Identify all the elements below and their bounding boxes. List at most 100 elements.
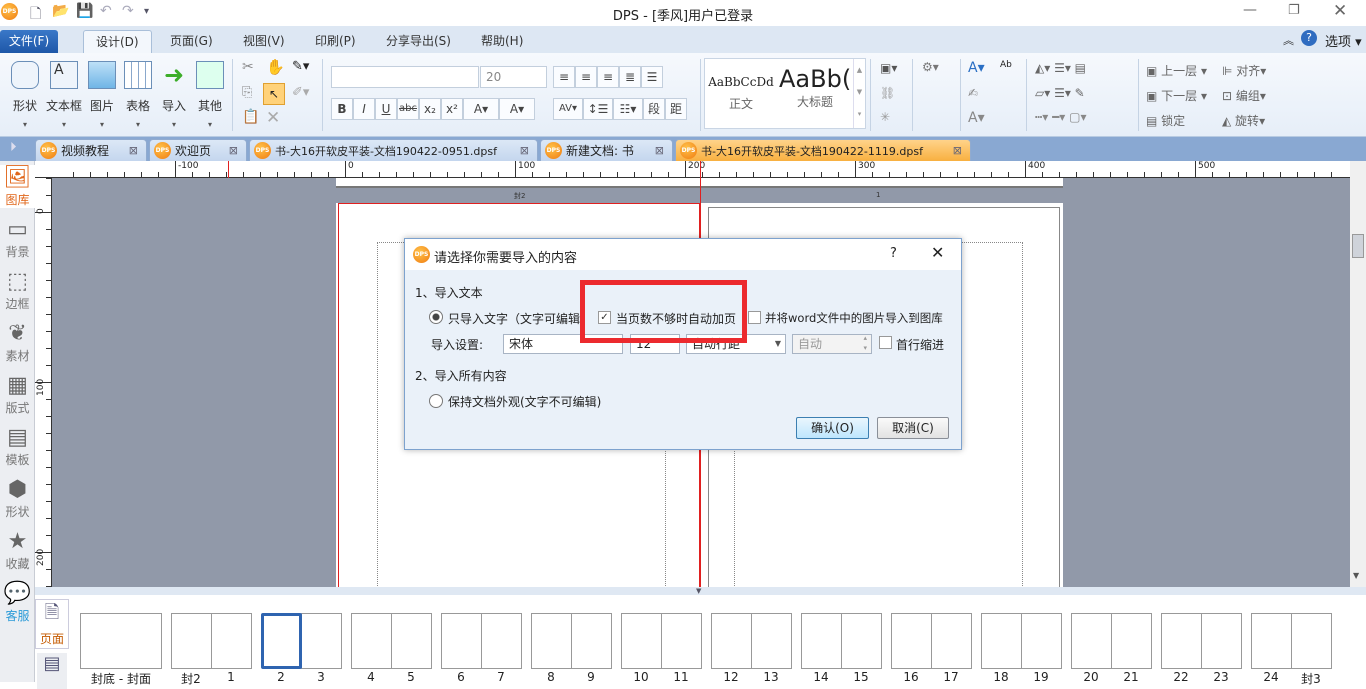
rotate-button[interactable]: ◭ 旋转▾ bbox=[1222, 112, 1265, 129]
options-menu[interactable]: 选项 ▾ bbox=[1325, 31, 1362, 50]
help-icon[interactable]: ? bbox=[1301, 30, 1317, 46]
page-thumbnail[interactable] bbox=[571, 613, 612, 669]
align-center-icon[interactable]: ≡ bbox=[575, 66, 597, 88]
page-thumbnail[interactable] bbox=[301, 613, 342, 669]
style-scroll[interactable]: ▲ ▼ ▾ bbox=[853, 59, 865, 128]
page-thumbnail[interactable] bbox=[1201, 613, 1242, 669]
outline-tab-icon[interactable]: ▤ bbox=[37, 653, 67, 689]
paste-icon[interactable]: 📋 bbox=[242, 109, 259, 125]
tab-file[interactable]: 文件(F) bbox=[0, 30, 58, 53]
node-edit-icon[interactable]: ✐▾ bbox=[292, 85, 309, 100]
line-color-icon[interactable]: ▱▾ ☰▾ ✎ bbox=[1035, 86, 1085, 100]
help-button[interactable]: ? bbox=[890, 246, 897, 261]
pages-tab[interactable]: 🗎 页面 bbox=[35, 599, 69, 649]
doc-tab-active[interactable]: DPS 书-大16开软皮平装-文档190422-1119.dpsf ⊠ bbox=[675, 139, 971, 161]
paragraph-icon[interactable]: 段 bbox=[643, 98, 665, 120]
send-backward-button[interactable]: ▣ 下一层 ▾ bbox=[1146, 87, 1207, 104]
align-left-icon[interactable]: ≡ bbox=[553, 66, 575, 88]
import-images-checkbox[interactable] bbox=[748, 311, 761, 324]
style-normal[interactable]: AaBbCcDd 正文 bbox=[708, 75, 774, 112]
other-button[interactable]: 其他 ▾ bbox=[192, 59, 228, 129]
italic-icon[interactable]: I bbox=[353, 98, 375, 120]
tab-view[interactable]: 视图(V) bbox=[231, 30, 297, 53]
panel-toggle-icon[interactable]: ⏵ bbox=[10, 140, 17, 155]
cancel-button[interactable]: 取消(C) bbox=[877, 417, 949, 439]
doc-tab[interactable]: DPS 书-大16开软皮平装-文档190422-0951.dpsf ⊠ bbox=[249, 139, 538, 161]
strip-collapse-icon[interactable]: ▼ bbox=[696, 587, 701, 595]
text-direction-icon[interactable]: Ab bbox=[1000, 60, 1012, 70]
sidebar-item-gallery[interactable]: 🖼 图库 bbox=[0, 165, 35, 208]
radio-keep-layout[interactable] bbox=[429, 394, 443, 408]
fill-color-icon[interactable]: ◭▾ ☰▾ ▤ bbox=[1035, 61, 1086, 75]
spacing-spinner[interactable]: 自动 ▴ ▾ bbox=[792, 334, 872, 354]
page-thumbnail[interactable] bbox=[1071, 613, 1112, 669]
doc-tab[interactable]: DPS 视频教程 ⊠ bbox=[35, 139, 147, 161]
collapse-ribbon-icon[interactable]: ︽ bbox=[1283, 32, 1294, 48]
page-thumbnail[interactable] bbox=[441, 613, 482, 669]
strikethrough-icon[interactable]: abc bbox=[397, 98, 419, 120]
hand-icon[interactable]: ✋ bbox=[266, 58, 285, 76]
image-button[interactable]: 图片 ▾ bbox=[84, 59, 120, 129]
style-heading[interactable]: AaBb(大标题 bbox=[779, 65, 851, 110]
font-name-select[interactable] bbox=[331, 66, 479, 88]
page-thumbnail[interactable] bbox=[711, 613, 752, 669]
page-thumbnail[interactable] bbox=[531, 613, 572, 669]
cut-icon[interactable]: ✂ bbox=[242, 59, 254, 75]
close-tab-icon[interactable]: ⊠ bbox=[229, 144, 238, 157]
superscript-icon[interactable]: x² bbox=[441, 98, 463, 120]
page-thumbnail[interactable] bbox=[481, 613, 522, 669]
text-shadow-icon[interactable]: A▾ bbox=[968, 110, 985, 126]
distribute-icon[interactable]: ☰ bbox=[641, 66, 663, 88]
radio-text-only[interactable] bbox=[429, 310, 443, 324]
font-color-icon[interactable]: A▾ bbox=[463, 98, 499, 120]
minimize-icon[interactable]: — bbox=[1243, 2, 1257, 18]
unlink-icon[interactable]: ✳ bbox=[880, 110, 890, 124]
page-thumbnail[interactable] bbox=[391, 613, 432, 669]
text-art-icon[interactable]: ✍ bbox=[968, 86, 978, 100]
page-thumbnail[interactable] bbox=[1251, 613, 1292, 669]
import-button[interactable]: ➜ 导入 ▾ bbox=[156, 59, 192, 129]
page-thumbnail[interactable] bbox=[171, 613, 212, 669]
ok-button[interactable]: 确认(O) bbox=[796, 417, 869, 439]
sidebar-item-shape[interactable]: ⬢ 形状 bbox=[0, 477, 35, 520]
doc-tab[interactable]: DPS 欢迎页 ⊠ bbox=[149, 139, 247, 161]
scroll-thumb[interactable] bbox=[1352, 234, 1364, 258]
delete-icon[interactable]: ✕ bbox=[266, 108, 280, 128]
underline-icon[interactable]: U bbox=[375, 98, 397, 120]
sidebar-item-template[interactable]: ▤ 模板 bbox=[0, 425, 35, 468]
page-thumbnail[interactable] bbox=[931, 613, 972, 669]
spacing-icon[interactable]: 距 bbox=[665, 98, 687, 120]
page-thumbnail[interactable] bbox=[211, 613, 252, 669]
font-size-select[interactable]: 20 bbox=[480, 66, 547, 88]
close-tab-icon[interactable]: ⊠ bbox=[520, 144, 529, 157]
sidebar-item-material[interactable]: ❦ 素材 bbox=[0, 321, 35, 364]
page-thumbnail[interactable] bbox=[351, 613, 392, 669]
page-thumbnail[interactable] bbox=[261, 613, 302, 669]
page-thumbnail[interactable] bbox=[661, 613, 702, 669]
tab-share-export[interactable]: 分享导出(S) bbox=[374, 30, 463, 53]
char-spacing-icon[interactable]: AV▾ bbox=[553, 98, 583, 120]
select-pointer-icon[interactable]: ↖ bbox=[263, 83, 285, 105]
bold-icon[interactable]: B bbox=[331, 98, 353, 120]
text-effect-icon[interactable]: A▾ bbox=[968, 60, 985, 76]
tab-page[interactable]: 页面(G) bbox=[158, 30, 225, 53]
page-thumbnail[interactable] bbox=[801, 613, 842, 669]
page-thumbnail[interactable] bbox=[981, 613, 1022, 669]
sidebar-item-chat[interactable]: 💬 客服 bbox=[0, 581, 35, 624]
page-thumbnail[interactable] bbox=[1111, 613, 1152, 669]
tab-print[interactable]: 印刷(P) bbox=[303, 30, 368, 53]
page-thumbnail[interactable] bbox=[891, 613, 932, 669]
link-icon[interactable]: ⛓ bbox=[880, 86, 895, 100]
vertical-scrollbar[interactable]: ▼ bbox=[1350, 161, 1366, 587]
scroll-down-icon[interactable]: ▼ bbox=[1353, 571, 1359, 580]
align-right-icon[interactable]: ≡ bbox=[597, 66, 619, 88]
page-thumbnail[interactable] bbox=[1021, 613, 1062, 669]
textbox-button[interactable]: A 文本框 ▾ bbox=[45, 59, 83, 129]
line-style-icon[interactable]: ┅▾ ━▾ ▢▾ bbox=[1035, 110, 1087, 124]
frame-icon[interactable]: ▣▾ bbox=[880, 61, 897, 75]
format-painter-icon[interactable]: ✎▾ bbox=[292, 59, 309, 74]
close-tab-icon[interactable]: ⊠ bbox=[953, 144, 962, 157]
page-thumbnail[interactable] bbox=[1291, 613, 1332, 669]
line-spacing-icon[interactable]: ↕☰ bbox=[583, 98, 613, 120]
sidebar-item-layout[interactable]: ▦ 版式 bbox=[0, 373, 35, 416]
